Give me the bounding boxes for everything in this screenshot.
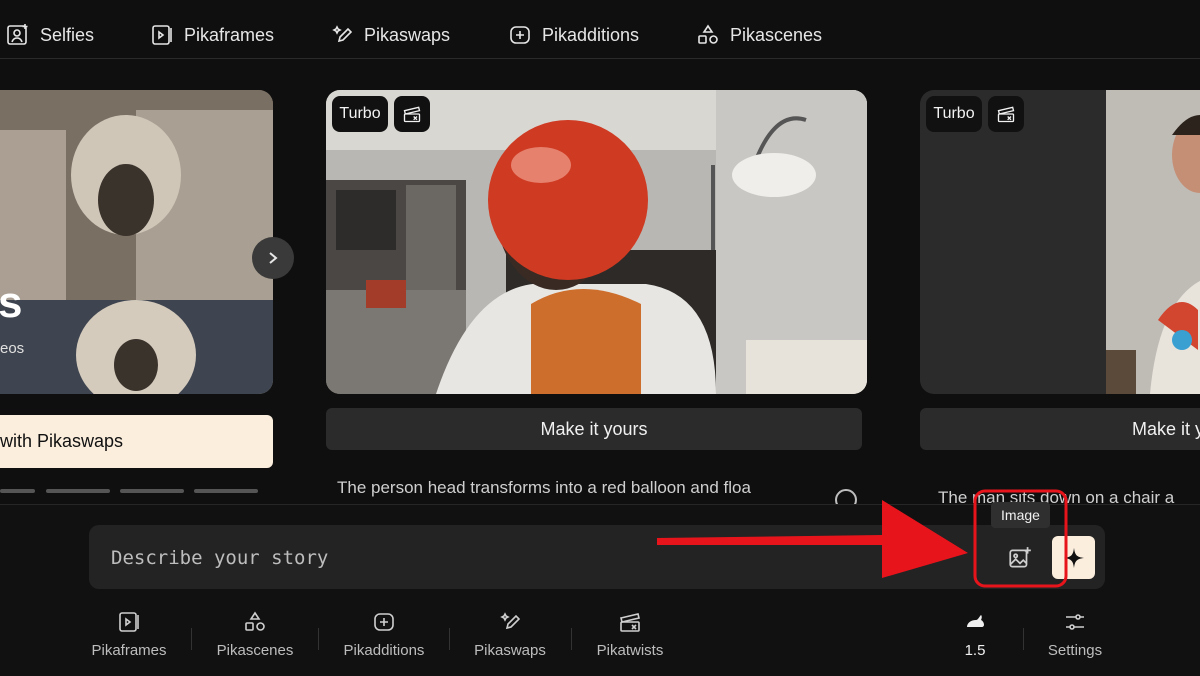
carousel-dot[interactable]	[194, 489, 258, 493]
nav-label: Selfies	[40, 24, 95, 45]
card-thumbnail-pikaswaps[interactable]: s eos	[0, 90, 273, 394]
make-it-yours-button[interactable]: Make it yours	[326, 408, 862, 450]
top-nav: Selfies Pikaframes Pikaswaps Pikaddition…	[0, 0, 1200, 59]
turbo-badge: Turbo	[332, 96, 388, 132]
settings-label: Settings	[1047, 642, 1103, 659]
try-pikaswaps-button[interactable]: with Pikaswaps	[0, 415, 273, 468]
swap-wand-icon	[500, 612, 521, 630]
nav-label: Pikaswaps	[364, 24, 451, 45]
scenes-icon	[698, 24, 718, 44]
nav-pikascenes[interactable]: Pikascenes	[696, 18, 822, 52]
bottom-nav-pikadditions[interactable]: Pikadditions	[338, 610, 430, 659]
model-version-selector[interactable]: 1.5	[950, 610, 1000, 659]
bottom-nav-pikatwists[interactable]: Pikatwists	[590, 610, 670, 659]
man-scene-image	[920, 90, 1200, 394]
make-it-yours-button[interactable]: Make it y	[920, 408, 1200, 450]
frames-icon	[152, 25, 172, 45]
poodle-scene-image	[0, 90, 273, 394]
nav-pikadditions[interactable]: Pikadditions	[508, 18, 639, 52]
chevron-right-icon	[269, 252, 278, 264]
turbo-badge: Turbo	[926, 96, 982, 132]
bottom-nav-pikaframes[interactable]: Pikaframes	[88, 610, 170, 659]
divider	[318, 628, 319, 650]
balloon-head-scene-image	[326, 90, 867, 394]
divider	[449, 628, 450, 650]
template-carousel: s eos with Pikaswaps Turbo Make it yours…	[0, 59, 1200, 505]
badge-label: Turbo	[339, 105, 381, 122]
bottom-nav-label: Pikascenes	[216, 642, 294, 659]
carousel-next-button[interactable]	[252, 237, 294, 279]
bottom-nav-label: Pikaswaps	[474, 642, 546, 659]
tooltip-label: Image	[1001, 507, 1040, 523]
card-description: The man sits down on a chair a	[938, 488, 1175, 505]
twist-badge	[988, 96, 1024, 132]
bottom-nav-label: Pikadditions	[343, 642, 425, 659]
bottom-nav-label: Pikatwists	[596, 642, 664, 659]
bottom-nav-pikaswaps[interactable]: Pikaswaps	[468, 610, 552, 659]
divider	[191, 628, 192, 650]
selfie-icon	[7, 24, 28, 45]
image-plus-icon	[1009, 547, 1031, 568]
card-thumbnail-chair[interactable]: Turbo	[920, 90, 1200, 394]
scenes-icon	[245, 611, 265, 631]
info-icon[interactable]	[835, 489, 857, 505]
rabbit-icon	[967, 615, 984, 627]
settings-sliders-icon	[1066, 614, 1084, 630]
prompt-composer	[89, 525, 1105, 589]
add-image-button[interactable]	[1001, 541, 1039, 575]
carousel-dot[interactable]	[46, 489, 110, 493]
settings-button[interactable]: Settings	[1042, 610, 1108, 659]
badge-label: Turbo	[933, 105, 975, 122]
twist-badge	[394, 96, 430, 132]
additions-icon	[374, 613, 394, 631]
carousel-dot[interactable]	[0, 489, 35, 493]
additions-icon	[510, 26, 530, 44]
twist-icon	[997, 106, 1015, 123]
story-prompt-input[interactable]	[109, 541, 953, 575]
frames-icon	[119, 612, 139, 632]
model-version-label: 1.5	[964, 642, 986, 659]
twist-icon	[403, 106, 421, 123]
card-description: The person head transforms into a red ba…	[337, 478, 751, 497]
nav-label: Pikaframes	[184, 24, 275, 45]
twist-icon	[620, 613, 640, 632]
divider	[1023, 628, 1024, 650]
bottom-nav-pikascenes[interactable]: Pikascenes	[212, 610, 298, 659]
swap-wand-icon	[332, 25, 353, 43]
nav-pikaswaps[interactable]: Pikaswaps	[330, 18, 450, 52]
nav-selfies[interactable]: Selfies	[6, 18, 94, 52]
nav-pikaframes[interactable]: Pikaframes	[150, 18, 274, 52]
carousel-dot[interactable]	[120, 489, 184, 493]
card-thumbnail-balloon[interactable]: Turbo	[326, 90, 867, 394]
generate-button[interactable]	[1052, 536, 1095, 579]
carousel-dots	[0, 489, 260, 493]
nav-label: Pikadditions	[542, 24, 640, 45]
card-title-fragment: s	[0, 278, 23, 327]
sparkle-icon	[1063, 547, 1084, 568]
button-label: Make it yours	[540, 418, 648, 439]
nav-label: Pikascenes	[730, 24, 823, 45]
divider	[571, 628, 572, 650]
button-label: Make it y	[1132, 418, 1200, 439]
image-tooltip: Image	[991, 502, 1050, 528]
bottom-nav-label: Pikaframes	[91, 642, 167, 659]
card-subtitle-fragment: eos	[0, 340, 25, 357]
button-label: with Pikaswaps	[0, 431, 124, 451]
